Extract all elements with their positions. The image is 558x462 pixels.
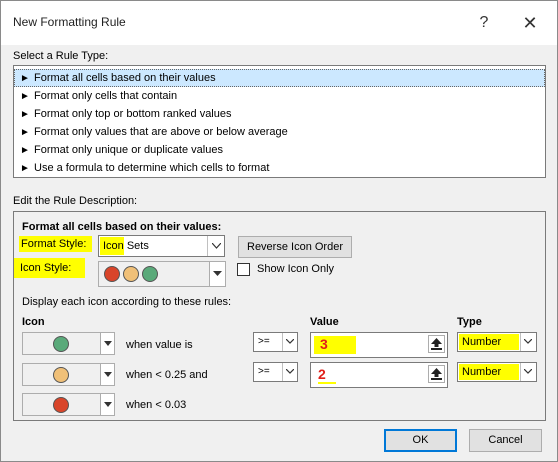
display-rule-text: Display each icon according to these rul… (22, 296, 232, 308)
red-circle-icon (104, 266, 120, 282)
range-picker-button-row-1[interactable] (428, 335, 445, 353)
type-select-row-2[interactable]: Number (457, 362, 537, 382)
chevron-down-icon (104, 402, 112, 407)
operator-value-row-2: >= (258, 366, 270, 377)
rule-type-list[interactable]: ► Format all cells based on their values … (13, 65, 546, 178)
yellow-circle-icon (123, 266, 139, 282)
rule-type-item-formula[interactable]: ► Use a formula to determine which cells … (14, 159, 545, 177)
icon-column-header: Icon (22, 316, 45, 328)
chevron-down-icon (212, 243, 221, 249)
rule-type-label: Select a Rule Type: (13, 50, 109, 62)
type-value-row-1: Number (462, 336, 502, 348)
rule-bullet-icon: ► (20, 145, 30, 156)
icon-style-dropdown[interactable] (209, 262, 225, 286)
format-style-select[interactable]: Icon Sets (98, 235, 225, 257)
operator-select-row-1[interactable]: >= (253, 332, 298, 352)
type-column-header: Type (457, 316, 482, 328)
type-dropdown-row-2[interactable] (520, 363, 536, 381)
icon-style-select[interactable] (98, 261, 226, 287)
value-text-row-2: 2 (318, 366, 336, 384)
value-input-row-2[interactable]: 2 (310, 362, 448, 388)
icon-dropdown-row-2[interactable] (100, 364, 114, 385)
rule-description-box: Format all cells based on their values: … (13, 211, 546, 421)
icon-dropdown-row-1[interactable] (100, 333, 114, 354)
help-button[interactable]: ? (471, 10, 497, 36)
icon-style-label: Icon Style: (14, 258, 86, 278)
show-icon-only-label: Show Icon Only (257, 263, 335, 275)
value-input-row-1[interactable]: 3 (310, 332, 448, 358)
rule-type-item-cells-contain[interactable]: ► Format only cells that contain (14, 87, 545, 105)
upload-arrow-icon (431, 338, 442, 350)
format-style-label: Format Style: (19, 236, 93, 252)
green-circle-icon (53, 336, 69, 352)
value-text-row-1: 3 (320, 336, 328, 352)
reverse-icon-order-button[interactable]: Reverse Icon Order (238, 236, 352, 258)
upload-arrow-icon (431, 368, 442, 380)
rule-bullet-icon: ► (20, 91, 30, 102)
rule-bullet-icon: ► (20, 163, 30, 174)
icon-dropdown-row-3[interactable] (100, 394, 114, 415)
chevron-down-icon (286, 369, 294, 374)
condition-row-1: when value is (126, 339, 193, 351)
chevron-down-icon (524, 339, 532, 344)
format-style-value: Icon Sets (103, 240, 149, 252)
icon-select-row-2[interactable] (22, 363, 115, 386)
format-style-dropdown[interactable] (207, 236, 224, 256)
operator-dropdown-row-1[interactable] (282, 333, 297, 351)
condition-row-2: when < 0.25 and (126, 369, 208, 381)
rule-bullet-icon: ► (20, 109, 30, 120)
type-dropdown-row-1[interactable] (520, 333, 536, 351)
dialog-title: New Formatting Rule (13, 15, 126, 29)
description-heading: Format all cells based on their values: (22, 221, 222, 233)
icon-select-row-3[interactable] (22, 393, 115, 416)
rule-bullet-icon: ► (20, 73, 30, 84)
icon-select-row-1[interactable] (22, 332, 115, 355)
rule-description-label: Edit the Rule Description: (13, 195, 138, 207)
ok-button[interactable]: OK (384, 429, 457, 452)
close-button[interactable]: ✕ (517, 10, 543, 36)
type-select-row-1[interactable]: Number (457, 332, 537, 352)
condition-row-3: when < 0.03 (126, 399, 187, 411)
chevron-down-icon (524, 369, 532, 374)
title-bar: New Formatting Rule ? ✕ (1, 1, 557, 45)
chevron-down-icon (104, 372, 112, 377)
cancel-button[interactable]: Cancel (469, 429, 542, 452)
type-value-row-2: Number (462, 366, 502, 378)
rule-type-item-all-cells[interactable]: ► Format all cells based on their values (14, 69, 545, 87)
range-picker-button-row-2[interactable] (428, 365, 445, 383)
red-circle-icon (53, 397, 69, 413)
value-column-header: Value (310, 316, 339, 328)
chevron-down-icon (104, 341, 112, 346)
new-formatting-rule-dialog: New Formatting Rule ? ✕ Select a Rule Ty… (0, 0, 558, 462)
rule-type-item-above-below-average[interactable]: ► Format only values that are above or be… (14, 123, 545, 141)
chevron-down-icon (286, 339, 294, 344)
green-circle-icon (142, 266, 158, 282)
rule-type-item-unique-duplicate[interactable]: ► Format only unique or duplicate values (14, 141, 545, 159)
operator-select-row-2[interactable]: >= (253, 362, 298, 382)
operator-value-row-1: >= (258, 336, 270, 347)
rule-bullet-icon: ► (20, 127, 30, 138)
yellow-circle-icon (53, 367, 69, 383)
show-icon-only-checkbox[interactable] (237, 263, 250, 276)
rule-type-item-top-bottom[interactable]: ► Format only top or bottom ranked values (14, 105, 545, 123)
chevron-down-icon (213, 271, 222, 276)
operator-dropdown-row-2[interactable] (282, 363, 297, 381)
